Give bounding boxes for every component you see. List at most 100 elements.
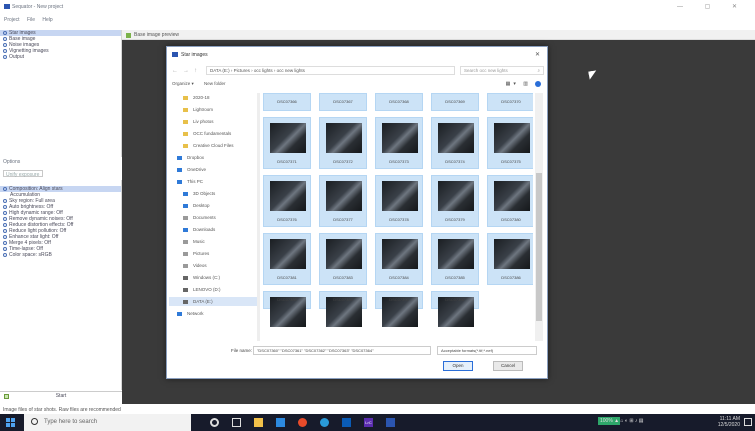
forward-icon[interactable]: → [183, 68, 189, 74]
location-icon [183, 203, 188, 208]
address-row: ← → ↑ DATA (E:) › Pictures › occ lights … [172, 66, 544, 75]
file-item[interactable]: DSC07369 [431, 93, 479, 111]
nav-item[interactable]: Music [169, 237, 257, 246]
search-input[interactable]: Search occ new lights ⌕ [460, 66, 544, 75]
location-icon [177, 311, 182, 316]
nav-item[interactable]: Desktop [169, 201, 257, 210]
nav-item[interactable]: OneDrive [169, 165, 257, 174]
start-button[interactable]: Start [46, 392, 76, 401]
file-item[interactable]: DSC07367 [319, 93, 367, 111]
file-item[interactable]: DSC07376 [263, 175, 311, 227]
setting-icon [3, 247, 7, 251]
file-type-select[interactable]: Acceptable formats(*.tif;*.nef) [437, 346, 537, 355]
radio-icon [3, 49, 7, 53]
notification-icon[interactable] [744, 418, 752, 426]
nav-item[interactable]: Documents [169, 213, 257, 222]
nav-scrollbar[interactable] [257, 93, 260, 341]
file-item[interactable]: DSC07371 [263, 117, 311, 169]
nav-item[interactable]: DATA (E:) [169, 297, 257, 306]
file-name: DSC07383 [333, 275, 353, 280]
view-options-icon[interactable]: ▦▾ ▥ [506, 81, 531, 87]
file-name: DSC07375 [501, 159, 521, 164]
file-item[interactable]: DSC07374 [431, 117, 479, 169]
file-item[interactable]: DSC07386 [487, 233, 533, 285]
file-name: DSC07370 [501, 99, 521, 104]
menu-help[interactable]: Help [42, 17, 52, 23]
setting-icon [3, 223, 7, 227]
location-icon [177, 155, 182, 160]
taskbar-search[interactable]: Type here to search [24, 414, 191, 431]
scrollbar-thumb[interactable] [536, 173, 542, 321]
lightroom-icon[interactable] [342, 418, 351, 427]
nav-item[interactable]: Liv photos [169, 117, 257, 126]
app-icon-blue[interactable] [276, 418, 285, 427]
file-item[interactable]: DSC07370 [487, 93, 533, 111]
search-icon [31, 418, 38, 425]
creative-cloud-icon[interactable]: LrC [364, 418, 373, 427]
file-name: DSC07373 [389, 159, 409, 164]
nav-item[interactable]: LENOVO (D:) [169, 285, 257, 294]
window-controls[interactable]: — ▢ ✕ [677, 3, 747, 10]
nav-item[interactable]: Windows (C:) [169, 273, 257, 282]
file-item[interactable]: DSC07372 [319, 117, 367, 169]
nav-item[interactable]: 2020-18 [169, 93, 257, 102]
preview-icon [126, 33, 131, 38]
system-tray[interactable]: 100% ▲ ⌂ ◐ ⊞ ♪ ▤ [600, 418, 644, 424]
file-name-input[interactable]: "DSC07360" "DSC07361" "DSC07362" "DSC073… [253, 346, 431, 355]
back-icon[interactable]: ← [172, 68, 178, 74]
nav-item[interactable]: Network [169, 309, 257, 318]
file-item[interactable]: DSC07389 [319, 291, 367, 327]
cancel-button[interactable]: Cancel [493, 361, 523, 371]
cortana-icon[interactable] [210, 418, 219, 427]
nav-item[interactable]: OCC fundamentals [169, 129, 257, 138]
sequator-icon[interactable] [386, 418, 395, 427]
task-view-icon[interactable] [232, 418, 241, 427]
open-button[interactable]: Open [443, 361, 473, 371]
menu-file[interactable]: File [27, 17, 35, 23]
nav-item[interactable]: 3D Objects [169, 189, 257, 198]
chrome-icon[interactable] [298, 418, 307, 427]
file-item[interactable]: DSC07375 [487, 117, 533, 169]
file-item[interactable]: DSC07366 [263, 93, 311, 111]
file-item[interactable]: DSC07384 [375, 233, 423, 285]
up-icon[interactable]: ↑ [194, 68, 197, 74]
file-item[interactable]: DSC07383 [319, 233, 367, 285]
file-item[interactable]: DSC07368 [375, 93, 423, 111]
nav-item[interactable]: Pictures [169, 249, 257, 258]
unify-exposure-button[interactable]: Unify exposure [3, 170, 43, 178]
file-item[interactable]: DSC07381 [263, 233, 311, 285]
file-item[interactable]: DSC07373 [375, 117, 423, 169]
list-item-output[interactable]: Output [0, 54, 121, 60]
folder-icon [183, 131, 188, 136]
file-item[interactable]: DSC07392 [431, 291, 479, 327]
nav-item[interactable]: This PC [169, 177, 257, 186]
file-item[interactable]: DSC07379 [431, 175, 479, 227]
file-item[interactable]: DSC07390 [375, 291, 423, 327]
nav-item[interactable]: Downloads [169, 225, 257, 234]
nav-item[interactable]: Dropbox [169, 153, 257, 162]
organize-button[interactable]: Organize ▾ [172, 81, 194, 86]
help-icon[interactable] [535, 81, 541, 87]
file-item[interactable]: DSC07377 [319, 175, 367, 227]
location-icon [177, 167, 182, 172]
edge-icon[interactable] [320, 418, 329, 427]
close-icon[interactable]: ✕ [535, 51, 540, 58]
file-item[interactable]: DSC07378 [375, 175, 423, 227]
file-item[interactable]: DSC07388 [263, 291, 311, 327]
options-header: Options [0, 158, 122, 166]
menu-project[interactable]: Project [4, 17, 20, 23]
file-item[interactable]: DSC07385 [431, 233, 479, 285]
file-item[interactable]: DSC07380 [487, 175, 533, 227]
folder-icon [183, 143, 188, 148]
windows-start-icon[interactable] [6, 418, 15, 427]
nav-item[interactable]: Lightroom [169, 105, 257, 114]
file-explorer-icon[interactable] [254, 418, 263, 427]
nav-item[interactable]: Creative Cloud Files [169, 141, 257, 150]
clock[interactable]: 11:11 AM 12/5/2020 [716, 416, 740, 428]
setting-color-space[interactable]: Color space: sRGB [0, 252, 121, 258]
setting-icon [3, 187, 7, 191]
new-folder-button[interactable]: New folder [204, 81, 226, 86]
file-name: DSC07374 [445, 159, 465, 164]
nav-item[interactable]: Videos [169, 261, 257, 270]
address-bar[interactable]: DATA (E:) › Pictures › occ lights › occ … [206, 66, 455, 75]
